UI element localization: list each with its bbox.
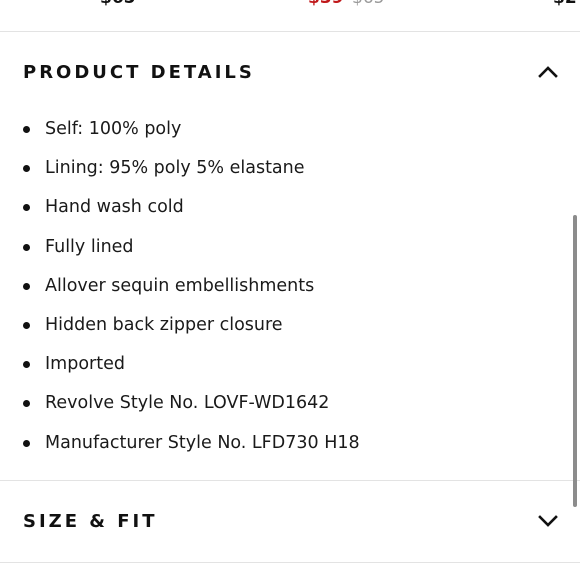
list-item-text: Lining: 95% poly 5% elastane (45, 158, 305, 179)
scrollbar[interactable] (573, 215, 577, 507)
list-item: Revolve Style No. LOVF-WD1642 (0, 384, 560, 423)
chevron-down-icon[interactable] (536, 509, 560, 533)
product-details-list: Self: 100% poly Lining: 95% poly 5% elas… (0, 110, 560, 463)
product-page: $65 $39 $65 $2 PRODUCT DETAILS Self: 100… (0, 0, 580, 580)
product-details-title: PRODUCT DETAILS (23, 61, 255, 83)
list-item: Self: 100% poly (0, 110, 560, 149)
list-item-text: Hand wash cold (45, 197, 184, 218)
list-item: Allover sequin embellishments (0, 267, 560, 306)
bullet-icon (23, 321, 30, 329)
bullet-icon (23, 243, 30, 251)
chevron-up-icon[interactable] (536, 60, 560, 84)
list-item: Lining: 95% poly 5% elastane (0, 149, 560, 188)
bullet-icon (23, 126, 30, 133)
list-item: Manufacturer Style No. LFD730 H18 (0, 424, 560, 463)
bullet-icon (23, 361, 30, 369)
product-price: $65 (100, 0, 136, 8)
bullet-icon (23, 282, 30, 290)
bullet-icon (23, 400, 30, 408)
list-item-text: Imported (45, 354, 125, 375)
bullet-icon (23, 165, 30, 173)
divider (0, 562, 580, 563)
list-item: Fully lined (0, 228, 560, 267)
list-item-text: Revolve Style No. LOVF-WD1642 (45, 393, 330, 414)
list-item-text: Manufacturer Style No. LFD730 H18 (45, 432, 360, 453)
divider (0, 31, 580, 32)
list-item-text: Fully lined (45, 236, 134, 257)
divider (0, 480, 580, 481)
price-strip: $65 $39 $65 $2 (0, 0, 580, 12)
sale-price: $39 (308, 0, 344, 8)
size-fit-title: SIZE & FIT (23, 510, 158, 532)
size-fit-header[interactable]: SIZE & FIT (0, 491, 580, 551)
list-item: Imported (0, 345, 560, 384)
list-item-text: Allover sequin embellishments (45, 275, 315, 296)
original-price: $65 (352, 0, 384, 8)
bullet-icon (23, 439, 30, 447)
bullet-icon (23, 204, 30, 212)
product-details-header[interactable]: PRODUCT DETAILS (0, 42, 580, 102)
product-price-partial: $2 (553, 0, 577, 8)
list-item: Hidden back zipper closure (0, 306, 560, 345)
list-item-text: Self: 100% poly (45, 119, 182, 139)
list-item-text: Hidden back zipper closure (45, 314, 283, 335)
list-item: Hand wash cold (0, 188, 560, 227)
